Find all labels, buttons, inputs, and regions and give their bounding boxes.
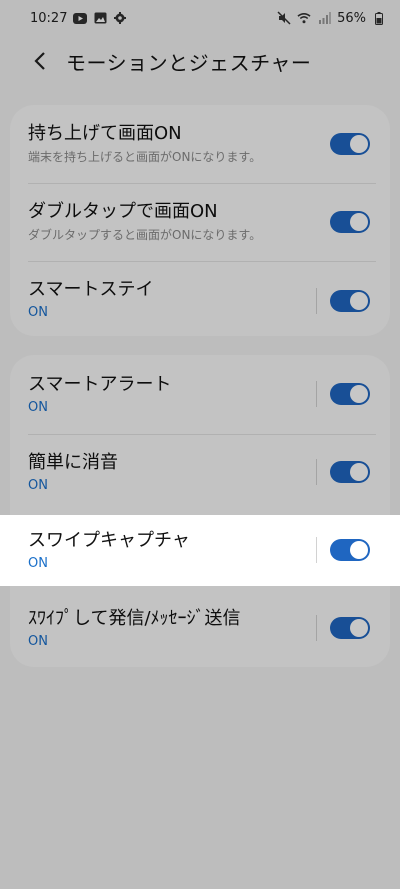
back-button[interactable] [22,43,58,79]
settings-gear-icon [113,11,127,25]
setting-title: スマートアラート [28,374,172,395]
chevron-left-icon [34,52,45,70]
setting-subtitle: 端末を持ち上げると画面がONになります。 [28,150,262,164]
settings-group-1: 持ち上げて画面ON 端末を持ち上げると画面がONになります。 ダブルタップで画面… [10,105,390,336]
setting-row-swipe-capture[interactable]: スワイプキャプチャ ON [0,515,400,586]
toggle-switch[interactable] [330,383,370,405]
battery-percent: 56% [337,10,366,26]
setting-row-easy-mute[interactable]: 簡単に消音 ON [10,434,390,512]
setting-status: ON [28,556,48,571]
wifi-icon [297,11,311,25]
vertical-separator [316,537,317,563]
page-title: モーションとジェスチャー [66,50,312,75]
gallery-icon [93,11,107,25]
setting-row-double-tap-wake[interactable]: ダブルタップで画面ON ダブルタップすると画面がONになります。 [10,183,390,261]
setting-row-smart-alert[interactable]: スマートアラート ON [10,355,390,433]
setting-status: ON [28,478,48,493]
settings-group-2: スマートアラート ON 簡単に消音 ON ｽﾜｲﾌﾟして発信/ﾒｯｾｰｼﾞ送信 … [10,355,390,667]
vertical-separator [316,459,317,485]
battery-icon [372,11,386,25]
toggle-switch[interactable] [330,133,370,155]
vertical-separator [316,381,317,407]
signal-icon [317,11,331,25]
setting-title: スマートステイ [28,279,154,300]
toggle-switch[interactable] [330,617,370,639]
setting-row-swipe-call-message[interactable]: ｽﾜｲﾌﾟして発信/ﾒｯｾｰｼﾞ送信 ON [10,590,390,667]
setting-title: ｽﾜｲﾌﾟして発信/ﾒｯｾｰｼﾞ送信 [28,608,241,629]
setting-title: 簡単に消音 [28,452,118,473]
setting-subtitle: ダブルタップすると画面がONになります。 [28,228,262,242]
mute-icon [277,11,291,25]
toggle-switch[interactable] [330,290,370,312]
setting-status: ON [28,400,48,415]
status-bar: 10:27 56% [0,0,400,36]
app-header: モーションとジェスチャー [0,36,400,86]
setting-status: ON [28,634,48,649]
toggle-switch[interactable] [330,461,370,483]
vertical-separator [316,288,317,314]
setting-row-lift-to-wake[interactable]: 持ち上げて画面ON 端末を持ち上げると画面がONになります。 [10,105,390,183]
setting-title: スワイプキャプチャ [28,530,190,551]
vertical-separator [316,615,317,641]
setting-title: 持ち上げて画面ON [28,123,182,144]
youtube-icon [73,11,88,25]
setting-title: ダブルタップで画面ON [28,201,218,222]
setting-status: ON [28,305,48,320]
toggle-switch[interactable] [330,539,370,561]
toggle-switch[interactable] [330,211,370,233]
setting-row-smart-stay[interactable]: スマートステイ ON [10,261,390,336]
status-time: 10:27 [30,10,68,26]
